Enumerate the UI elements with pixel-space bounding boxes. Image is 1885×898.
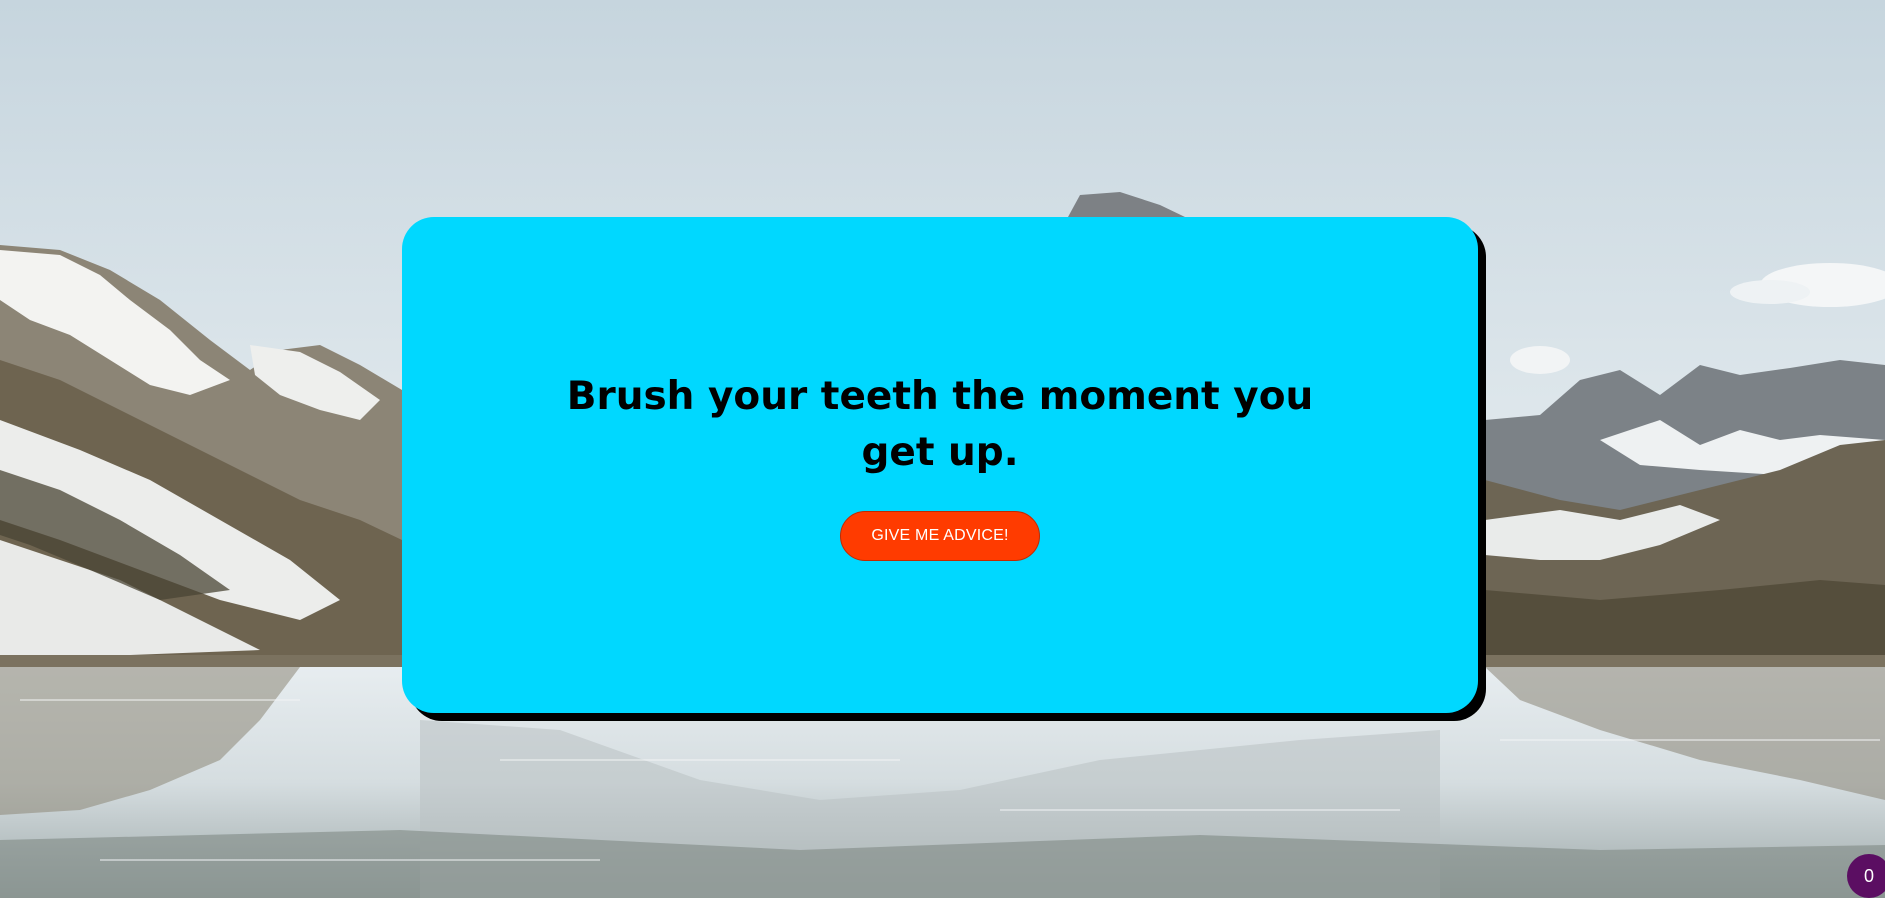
counter-badge[interactable]: 0 (1847, 854, 1885, 898)
advice-text: Brush your teeth the moment you get up. (566, 374, 1314, 475)
advice-card: Brush your teeth the moment you get up. … (402, 217, 1478, 713)
page-background: Brush your teeth the moment you get up. … (0, 0, 1885, 898)
give-me-advice-button[interactable]: GIVE ME ADVICE! (840, 511, 1040, 561)
